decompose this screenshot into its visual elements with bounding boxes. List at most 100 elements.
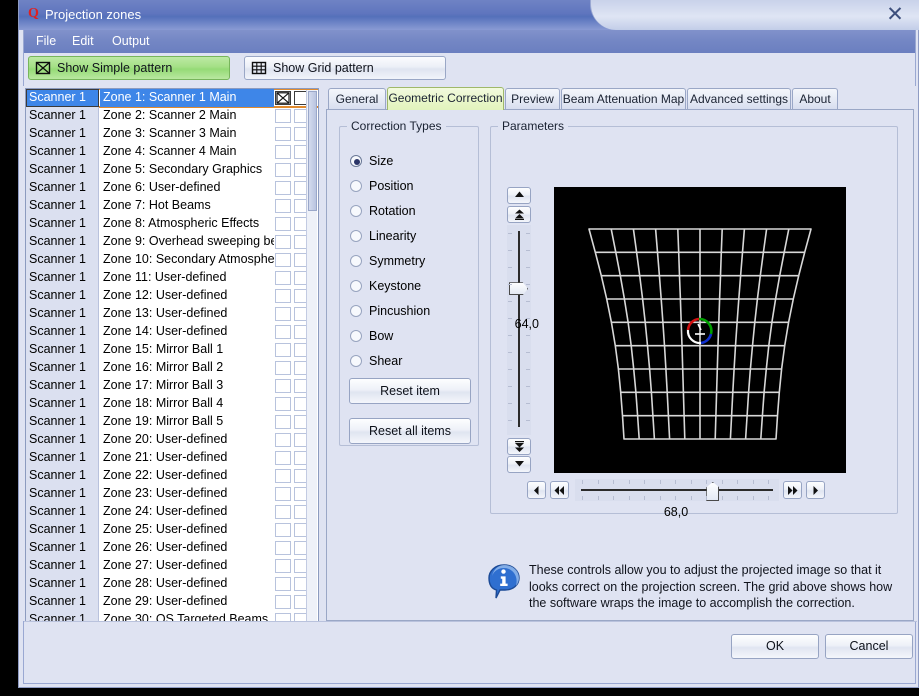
zone-row-checkbox-1[interactable] [275,289,291,303]
radio-size[interactable]: Size [350,151,470,173]
slider-right-button[interactable] [806,481,825,499]
zone-list-scrollbar[interactable] [306,90,317,640]
slider-down-fast-button[interactable] [507,438,531,455]
geometric-preview-canvas[interactable] [554,187,846,473]
tab-about[interactable]: About [792,88,838,110]
table-row[interactable]: Scanner 1 Zone 6: User-defined [26,179,318,197]
tab-geometric-correction[interactable]: Geometric Correction [387,87,504,110]
radio-keystone[interactable]: Keystone [350,276,470,298]
show-simple-pattern-button[interactable]: Show Simple pattern [28,56,230,80]
menu-item-edit[interactable]: Edit [66,33,100,51]
slider-up-fast-button[interactable] [507,206,531,223]
table-row[interactable]: Scanner 1 Zone 22: User-defined [26,467,318,485]
zone-row-checkbox-1[interactable] [275,559,291,573]
tab-general[interactable]: General [328,88,386,110]
radio-position[interactable]: Position [350,176,470,198]
zone-row-checkbox-1[interactable] [275,469,291,483]
table-row[interactable]: Scanner 1 Zone 4: Scanner 4 Main [26,143,318,161]
table-row[interactable]: Scanner 1 Zone 16: Mirror Ball 2 [26,359,318,377]
show-grid-pattern-button[interactable]: Show Grid pattern [244,56,446,80]
table-row[interactable]: Scanner 1 Zone 26: User-defined [26,539,318,557]
zone-row-checkbox-1[interactable] [275,433,291,447]
menu-item-file[interactable]: File [30,33,62,51]
table-row[interactable]: Scanner 1 Zone 24: User-defined [26,503,318,521]
cancel-button[interactable]: Cancel [825,634,913,659]
radio-linearity[interactable]: Linearity [350,226,470,248]
tab-advanced-settings[interactable]: Advanced settings [687,88,791,110]
zone-row-checkbox-1[interactable] [275,415,291,429]
table-row[interactable]: Scanner 1 Zone 12: User-defined [26,287,318,305]
zone-list-scrollbar-thumb[interactable] [308,91,317,211]
zone-row-checkbox-1[interactable] [275,577,291,591]
table-row[interactable]: Scanner 1 Zone 15: Mirror Ball 1 [26,341,318,359]
zone-row-checkbox-1[interactable] [275,325,291,339]
table-row[interactable]: Scanner 1 Zone 18: Mirror Ball 4 [26,395,318,413]
table-row[interactable]: Scanner 1 Zone 20: User-defined [26,431,318,449]
zone-row-checkbox-1[interactable] [275,181,291,195]
reset-item-button[interactable]: Reset item [349,378,471,404]
zone-row-checkbox-1[interactable] [275,199,291,213]
horizontal-slider-track[interactable] [575,479,779,501]
table-row[interactable]: Scanner 1 Zone 2: Scanner 2 Main [26,107,318,125]
table-row[interactable]: Scanner 1 Zone 19: Mirror Ball 5 [26,413,318,431]
table-row[interactable]: Scanner 1 Zone 10: Secondary Atmosphe [26,251,318,269]
menu-item-output[interactable]: Output [106,33,156,51]
slider-left-button[interactable] [527,481,546,499]
table-row[interactable]: Scanner 1 Zone 1: Scanner 1 Main [26,89,318,108]
zone-row-checkbox-1[interactable] [275,541,291,555]
table-row[interactable]: Scanner 1 Zone 11: User-defined [26,269,318,287]
radio-symmetry[interactable]: Symmetry [350,251,470,273]
zone-row-checkbox-1[interactable] [275,271,291,285]
table-row[interactable]: Scanner 1 Zone 8: Atmospheric Effects [26,215,318,233]
slider-up-button[interactable] [507,187,531,204]
zone-row-checkbox-1[interactable] [275,451,291,465]
table-row[interactable]: Scanner 1 Zone 21: User-defined [26,449,318,467]
zone-row-checkbox-1[interactable] [275,91,291,105]
radio-rotation[interactable]: Rotation [350,201,470,223]
slider-left-fast-button[interactable] [550,481,569,499]
tab-beam-attenuation-map[interactable]: Beam Attenuation Map [561,88,686,110]
zone-row-checkbox-1[interactable] [275,145,291,159]
slider-tick [508,403,512,404]
ok-button[interactable]: OK [731,634,819,659]
table-row[interactable]: Scanner 1 Zone 9: Overhead sweeping be [26,233,318,251]
zone-list[interactable]: Scanner 1 Zone 1: Scanner 1 Main Scanner 1… [25,88,319,641]
zone-row-checkbox-1[interactable] [275,379,291,393]
slider-right-fast-button[interactable] [783,481,802,499]
horizontal-slider-thumb[interactable] [706,482,720,501]
zone-row-checkbox-1[interactable] [275,523,291,537]
zone-row-checkbox-1[interactable] [275,127,291,141]
table-row[interactable]: Scanner 1 Zone 29: User-defined [26,593,318,611]
table-row[interactable]: Scanner 1 Zone 27: User-defined [26,557,318,575]
horizontal-parameter-slider[interactable] [527,479,827,501]
zone-row-checkbox-1[interactable] [275,505,291,519]
close-icon[interactable]: ✕ [882,3,908,27]
zone-row-checkbox-1[interactable] [275,397,291,411]
zone-row-scanner: Scanner 1 [26,107,99,125]
zone-row-checkbox-1[interactable] [275,487,291,501]
table-row[interactable]: Scanner 1 Zone 7: Hot Beams [26,197,318,215]
tab-preview[interactable]: Preview [505,88,560,110]
zone-row-checkbox-1[interactable] [275,307,291,321]
table-row[interactable]: Scanner 1 Zone 25: User-defined [26,521,318,539]
table-row[interactable]: Scanner 1 Zone 14: User-defined [26,323,318,341]
zone-row-checkbox-1[interactable] [275,361,291,375]
zone-row-checkbox-1[interactable] [275,217,291,231]
table-row[interactable]: Scanner 1 Zone 3: Scanner 3 Main [26,125,318,143]
table-row[interactable]: Scanner 1 Zone 5: Secondary Graphics [26,161,318,179]
reset-all-items-button[interactable]: Reset all items [349,418,471,444]
radio-pincushion[interactable]: Pincushion [350,301,470,323]
zone-row-checkbox-1[interactable] [275,253,291,267]
zone-row-checkbox-1[interactable] [275,595,291,609]
radio-bow[interactable]: Bow [350,326,470,348]
zone-row-checkbox-1[interactable] [275,109,291,123]
zone-row-checkbox-1[interactable] [275,235,291,249]
slider-down-button[interactable] [507,456,531,473]
table-row[interactable]: Scanner 1 Zone 13: User-defined [26,305,318,323]
table-row[interactable]: Scanner 1 Zone 23: User-defined [26,485,318,503]
zone-row-checkbox-1[interactable] [275,163,291,177]
table-row[interactable]: Scanner 1 Zone 28: User-defined [26,575,318,593]
radio-shear[interactable]: Shear [350,351,470,373]
zone-row-checkbox-1[interactable] [275,343,291,357]
table-row[interactable]: Scanner 1 Zone 17: Mirror Ball 3 [26,377,318,395]
